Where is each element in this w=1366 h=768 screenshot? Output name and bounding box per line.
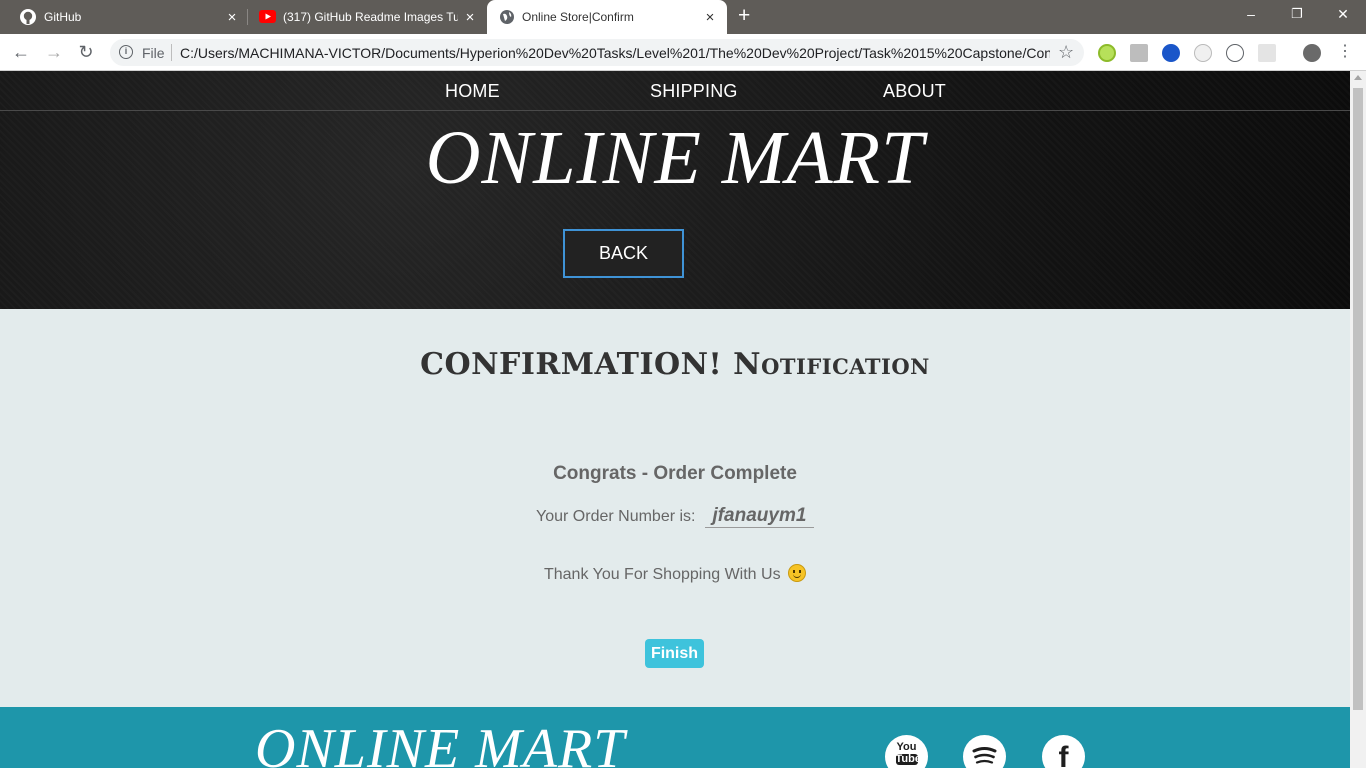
page-title: CONFIRMATION! Notification [420, 347, 930, 382]
finish-button[interactable]: Finish [645, 639, 704, 668]
tab-online-store[interactable]: Online Store|Confirm × [487, 0, 727, 34]
forward-arrow-icon[interactable]: → [43, 41, 65, 63]
order-number-value: jfanauym1 [704, 505, 814, 528]
spotify-icon[interactable] [963, 735, 1006, 768]
youtube-icon[interactable]: You Tube [885, 735, 928, 768]
tab-title: GitHub [44, 10, 82, 24]
extension-icon[interactable] [1098, 44, 1116, 62]
url-text[interactable]: C:/Users/MACHIMANA-VICTOR/Documents/Hype… [180, 45, 1050, 61]
tab-title: (317) GitHub Readme Images Tut [283, 10, 458, 24]
avatar[interactable] [1303, 44, 1321, 62]
address-bar[interactable]: i File C:/Users/MACHIMANA-VICTOR/Documen… [110, 39, 1084, 66]
reload-icon[interactable]: ↻ [75, 41, 97, 63]
close-icon[interactable]: × [702, 9, 718, 26]
scroll-up-arrow-icon[interactable] [1354, 75, 1362, 80]
vpn-extension-icon[interactable] [1162, 44, 1180, 62]
thanks-row: Thank You For Shopping With Us [0, 564, 1350, 584]
globe-icon [500, 10, 514, 24]
github-icon [20, 9, 36, 25]
bookmark-star-icon[interactable]: ☆ [1058, 42, 1074, 63]
grid-extension-icon[interactable] [1258, 44, 1276, 62]
footer-brand: ONLINE MART [255, 718, 626, 768]
nav-home[interactable]: HOME [445, 81, 500, 102]
page-viewport: HOME SHIPPING ABOUT ONLINE MART BACK CON… [0, 71, 1350, 768]
tab-github[interactable]: GitHub × [0, 0, 247, 34]
site-brand: ONLINE MART [425, 116, 925, 200]
tab-strip: GitHub × (317) GitHub Readme Images Tut … [0, 0, 1366, 34]
restore-button[interactable]: ❐ [1287, 6, 1307, 22]
smiley-icon [788, 564, 807, 582]
pdf-extension-icon[interactable] [1130, 44, 1148, 62]
confirmation-section: CONFIRMATION! Notification Congrats - Or… [0, 309, 1350, 707]
youtube-label-top: You [896, 741, 917, 753]
hero-section: HOME SHIPPING ABOUT ONLINE MART BACK [0, 71, 1350, 309]
new-tab-button[interactable]: + [738, 5, 750, 26]
browser-toolbar: ← → ↻ i File C:/Users/MACHIMANA-VICTOR/D… [0, 34, 1366, 71]
nav-shipping[interactable]: SHIPPING [650, 81, 738, 102]
page-scrollbar[interactable] [1350, 71, 1366, 768]
thanks-text: Thank You For Shopping With Us [543, 566, 781, 583]
nav-about[interactable]: ABOUT [883, 81, 946, 102]
url-divider [171, 44, 172, 61]
timer-extension-icon[interactable] [1194, 44, 1212, 62]
back-arrow-icon[interactable]: ← [10, 41, 32, 63]
url-scheme: File [142, 45, 165, 61]
window-close-button[interactable]: ✕ [1333, 6, 1353, 23]
back-button[interactable]: BACK [563, 229, 684, 278]
order-number-row: Your Order Number is: jfanauym1 [0, 505, 1350, 528]
tab-youtube[interactable]: (317) GitHub Readme Images Tut × [247, 0, 487, 34]
congrats-text: Congrats - Order Complete [553, 463, 797, 484]
top-nav: HOME SHIPPING ABOUT [0, 71, 1350, 111]
youtube-label-bottom: Tube [895, 753, 921, 765]
footer: ONLINE MART You Tube f [0, 707, 1350, 768]
minimize-button[interactable]: – [1241, 6, 1261, 22]
info-icon[interactable]: i [119, 45, 133, 59]
spotify-glyph [972, 747, 997, 764]
close-icon[interactable]: × [462, 9, 478, 26]
close-icon[interactable]: × [224, 9, 240, 26]
menu-icon[interactable]: ⋮ [1334, 41, 1356, 63]
tab-title: Online Store|Confirm [522, 10, 634, 24]
scroll-thumb[interactable] [1353, 88, 1363, 710]
order-number-label: Your Order Number is: [536, 508, 696, 525]
youtube-icon [259, 10, 276, 23]
code-extension-icon[interactable] [1226, 44, 1244, 62]
facebook-icon[interactable]: f [1042, 735, 1085, 768]
